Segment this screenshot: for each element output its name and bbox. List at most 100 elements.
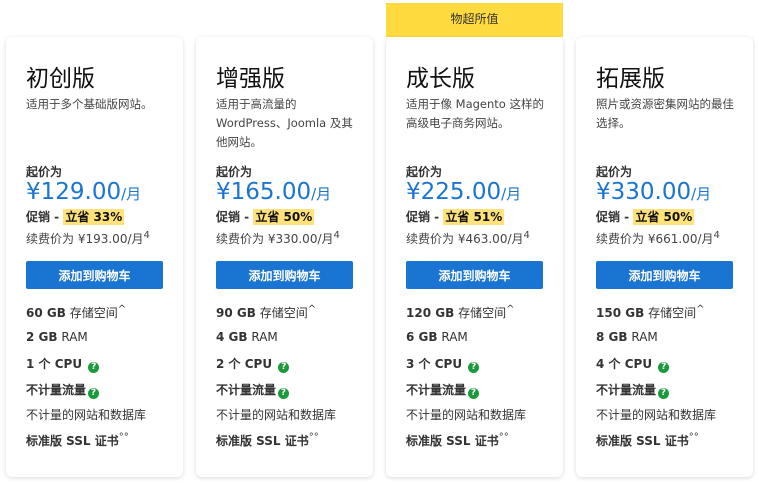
- promo-text: 促销 - 立省 33%: [26, 208, 125, 225]
- ram-value: 4 GB: [216, 329, 248, 344]
- savings-highlight: 立省 50%: [253, 209, 315, 225]
- cpu-label: 个 CPU: [228, 357, 273, 371]
- ram-value: 6 GB: [406, 329, 438, 344]
- help-icon[interactable]: ?: [658, 387, 670, 399]
- promo-text: 促销 - 立省 50%: [216, 208, 315, 225]
- footnote-marker: 4: [713, 230, 720, 241]
- help-icon[interactable]: ?: [468, 362, 480, 373]
- feature-sites: 不计量的网站和数据库: [216, 408, 337, 422]
- price-period: /月: [311, 185, 332, 203]
- feature-cpu: 4 个 CPU ?: [596, 355, 716, 381]
- price-from-label: 起价为: [406, 165, 443, 179]
- feature-list: 60 GB 存储空间^ 2 GB RAM 1 个 CPU ? 不计量流量? 不计…: [26, 304, 146, 457]
- feature-ram: 6 GB RAM: [406, 330, 526, 356]
- feature-ram: 8 GB RAM: [596, 330, 716, 356]
- feature-cpu: 1 个 CPU ?: [26, 355, 146, 381]
- plan-title: 拓展版: [596, 66, 665, 92]
- ssl-label: 标准版 SSL 证书: [216, 433, 309, 448]
- footnote-marker: ^: [117, 304, 127, 315]
- ssl-label: 标准版 SSL 证书: [596, 433, 689, 448]
- help-icon[interactable]: ?: [88, 362, 100, 373]
- renewal-label: 续费价为: [406, 232, 458, 246]
- renewal-price: 续费价为 ¥463.00/月4: [406, 230, 530, 247]
- savings-highlight: 立省 33%: [63, 209, 125, 225]
- feature-bandwidth: 不计量流量?: [216, 381, 336, 407]
- footnote-marker: °°: [308, 431, 319, 443]
- footnote-marker: 4: [523, 230, 530, 241]
- promo-text: 促销 - 立省 50%: [596, 208, 695, 225]
- feature-ssl: 标准版 SSL 证书°°: [216, 432, 336, 458]
- renewal-price: 续费价为 ¥661.00/月4: [596, 230, 720, 247]
- renewal-label: 续费价为: [26, 232, 78, 246]
- storage-value: 90 GB: [216, 306, 256, 320]
- help-icon[interactable]: ?: [278, 362, 290, 373]
- price-period: /月: [121, 185, 142, 203]
- plan-card: 拓展版 照片或资源密集网站的最佳选择。 起价为 ¥330.00/月 促销 - 立…: [576, 37, 753, 477]
- savings-highlight: 立省 51%: [443, 209, 505, 225]
- ram-value: 8 GB: [596, 329, 628, 344]
- price-period: /月: [691, 185, 712, 203]
- help-icon[interactable]: ?: [658, 362, 670, 373]
- help-icon[interactable]: ?: [88, 387, 100, 399]
- cpu-value: 2: [216, 357, 225, 371]
- promo-label: 促销 -: [26, 210, 64, 224]
- feature-list: 120 GB 存储空间^ 6 GB RAM 3 个 CPU ? 不计量流量? 不…: [406, 304, 526, 457]
- footnote-marker: °°: [118, 431, 129, 443]
- price-from-label: 起价为: [26, 165, 63, 179]
- feature-ram: 2 GB RAM: [26, 330, 146, 356]
- feature-sites: 不计量的网站和数据库: [26, 408, 147, 422]
- plan-price: ¥165.00/月: [216, 179, 331, 205]
- ram-label: RAM: [631, 329, 658, 344]
- plan-price: ¥129.00/月: [26, 179, 141, 205]
- renewal-value: ¥330.00/月: [267, 232, 334, 246]
- ram-value: 2 GB: [26, 329, 58, 344]
- price-value: ¥165.00: [216, 179, 312, 205]
- help-icon[interactable]: ?: [278, 387, 290, 399]
- storage-label: 存储空间: [259, 306, 308, 320]
- cpu-label: 个 CPU: [38, 357, 83, 371]
- footnote-marker: ^: [307, 304, 317, 315]
- plan-card: 成长版 适用于像 Magento 这样的高级电子商务网站。 起价为 ¥225.0…: [386, 37, 563, 477]
- add-to-cart-button[interactable]: 添加到购物车: [596, 261, 733, 289]
- add-to-cart-button[interactable]: 添加到购物车: [406, 261, 543, 289]
- add-to-cart-button[interactable]: 添加到购物车: [26, 261, 163, 289]
- promo-label: 促销 -: [596, 210, 634, 224]
- renewal-price: 续费价为 ¥330.00/月4: [216, 230, 340, 247]
- ssl-label: 标准版 SSL 证书: [406, 433, 499, 448]
- cpu-value: 1: [26, 357, 35, 371]
- price-period: /月: [501, 185, 522, 203]
- renewal-value: ¥661.00/月: [647, 232, 714, 246]
- footnote-marker: 4: [333, 230, 340, 241]
- footnote-marker: 4: [143, 230, 150, 241]
- promo-label: 促销 -: [406, 210, 444, 224]
- plan-description: 适用于多个基础版网站。: [26, 97, 153, 111]
- feature-bandwidth: 不计量流量?: [596, 381, 716, 407]
- footnote-marker: ^: [506, 304, 515, 315]
- feature-storage: 120 GB 存储空间^: [406, 304, 526, 330]
- cpu-value: 3: [406, 357, 415, 371]
- bandwidth-label: 不计量流量: [216, 382, 277, 397]
- feature-storage: 150 GB 存储空间^: [596, 304, 716, 330]
- price-from-label: 起价为: [216, 165, 253, 179]
- plan-price: ¥330.00/月: [596, 179, 711, 205]
- feature-list: 90 GB 存储空间^ 4 GB RAM 2 个 CPU ? 不计量流量? 不计…: [216, 304, 336, 457]
- plan-title: 初创版: [26, 66, 95, 92]
- feature-ssl: 标准版 SSL 证书°°: [596, 432, 716, 458]
- ssl-label: 标准版 SSL 证书: [26, 433, 119, 448]
- footnote-marker: °°: [688, 431, 699, 443]
- help-icon[interactable]: ?: [468, 387, 480, 399]
- price-from-label: 起价为: [596, 165, 633, 179]
- plan-title: 增强版: [216, 66, 285, 92]
- ram-label: RAM: [61, 329, 88, 344]
- cpu-label: 个 CPU: [418, 357, 463, 371]
- feature-bandwidth: 不计量流量?: [406, 381, 526, 407]
- feature-sites: 不计量的网站和数据库: [596, 408, 717, 422]
- footnote-marker: ^: [696, 304, 705, 315]
- feature-storage: 60 GB 存储空间^: [26, 304, 146, 330]
- plan-card: 初创版 适用于多个基础版网站。 起价为 ¥129.00/月 促销 - 立省 33…: [6, 37, 183, 477]
- feature-ram: 4 GB RAM: [216, 330, 336, 356]
- ram-label: RAM: [441, 329, 468, 344]
- storage-value: 150 GB: [596, 306, 645, 320]
- feature-ssl: 标准版 SSL 证书°°: [26, 432, 146, 458]
- add-to-cart-button[interactable]: 添加到购物车: [216, 261, 353, 289]
